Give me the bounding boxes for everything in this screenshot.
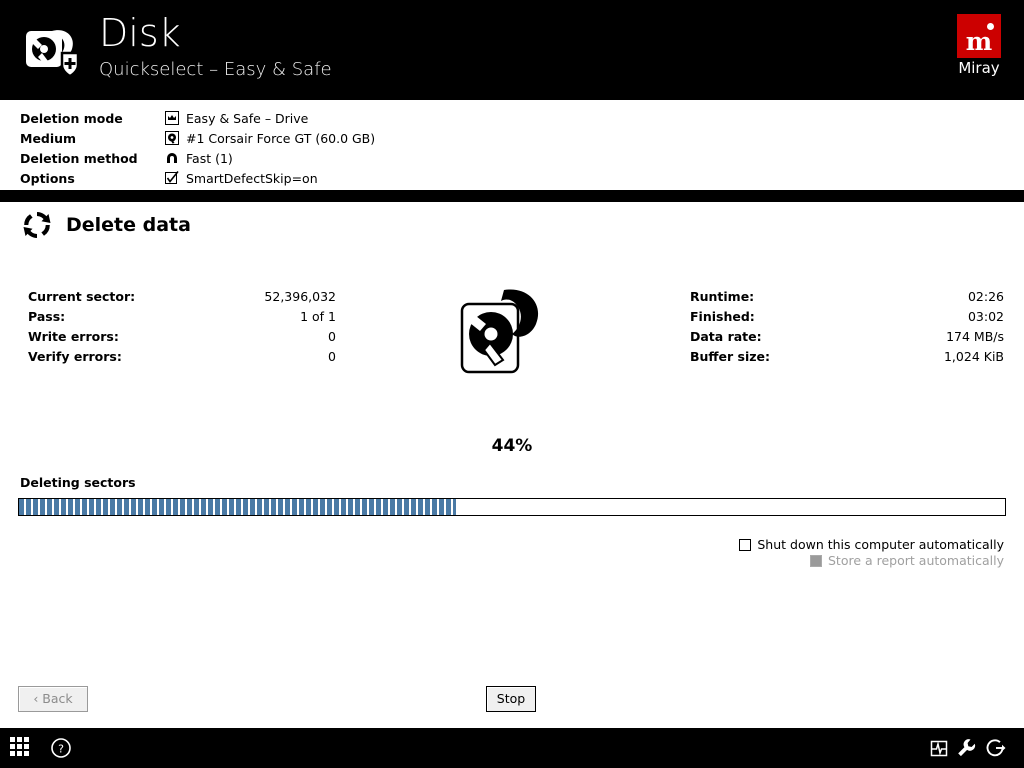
shutdown-checkbox-label: Shut down this computer automatically	[757, 537, 1004, 552]
stat-label-data-rate: Data rate:	[690, 328, 762, 344]
stat-row-pass: Pass: 1 of 1	[28, 306, 336, 326]
miray-brand-label: Miray	[958, 59, 1000, 77]
page-subtitle: Quickselect – Easy & Safe	[99, 59, 332, 80]
stat-label-write-errors: Write errors:	[28, 328, 119, 344]
store-report-checkbox-label: Store a report automatically	[827, 553, 1004, 568]
help-circle-icon[interactable]: ?	[50, 737, 72, 759]
info-label-deletion-mode: Deletion mode	[20, 110, 123, 126]
stat-row-finished: Finished: 03:02	[690, 306, 1004, 326]
grid-cell	[10, 737, 15, 742]
stat-label-pass: Pass:	[28, 308, 66, 324]
stat-value-current-sector: 52,396,032	[264, 288, 336, 304]
hard-disk-icon	[460, 288, 550, 374]
app-window: Disk Quickselect – Easy & Safe m Miray D…	[0, 0, 1024, 768]
progress-status-label: Deleting sectors	[20, 475, 136, 490]
miray-logo: m Miray	[948, 14, 1010, 77]
info-row-options: Options SmartDefectSkip=on	[20, 168, 1024, 188]
progress-bar	[18, 498, 1006, 516]
summary-info-panel: Deletion mode Easy & Safe – Drive Medium	[0, 100, 1024, 190]
stat-label-verify-errors: Verify errors:	[28, 348, 122, 364]
info-value-deletion-mode: Easy & Safe – Drive	[186, 110, 309, 126]
stat-label-buffer-size: Buffer size:	[690, 348, 771, 364]
stat-value-data-rate: 174 MB/s	[946, 328, 1004, 344]
grid-cell	[17, 737, 22, 742]
shutdown-checkbox[interactable]	[739, 538, 752, 551]
info-row-deletion-mode: Deletion mode Easy & Safe – Drive	[20, 108, 1024, 128]
grid-cell	[10, 751, 15, 756]
stat-value-pass: 1 of 1	[300, 308, 336, 324]
grid-cell	[17, 744, 22, 749]
shutdown-checkbox-row[interactable]: Shut down this computer automatically	[739, 537, 1004, 552]
monitor-activity-icon[interactable]	[928, 737, 950, 759]
info-row-deletion-method: Deletion method Fast (1)	[20, 148, 1024, 168]
info-value-medium: #1 Corsair Force GT (60.0 GB)	[186, 130, 376, 146]
miray-mark: m	[957, 14, 1001, 58]
stat-label-finished: Finished:	[690, 308, 755, 324]
section-divider	[0, 190, 1024, 202]
drive-mode-icon	[165, 111, 180, 125]
miray-dot-icon	[987, 23, 994, 30]
info-label-options: Options	[20, 170, 75, 186]
grid-cell	[24, 744, 29, 749]
stat-row-write-errors: Write errors: 0	[28, 326, 336, 346]
stat-value-verify-errors: 0	[328, 348, 336, 364]
page-title: Disk	[99, 11, 181, 55]
grid-cell	[17, 751, 22, 756]
stat-value-write-errors: 0	[328, 328, 336, 344]
checkbox-checked-icon	[165, 171, 180, 185]
info-value-options: SmartDefectSkip=on	[186, 170, 318, 186]
info-label-deletion-method: Deletion method	[20, 150, 138, 166]
progress-percent-text: 44%	[491, 436, 533, 456]
refresh-cycle-icon	[20, 208, 54, 242]
stat-row-data-rate: Data rate: 174 MB/s	[690, 326, 1004, 346]
section-title: Delete data	[66, 214, 191, 236]
stat-row-buffer-size: Buffer size: 1,024 KiB	[690, 346, 1004, 366]
stats-right-column: Runtime: 02:26 Finished: 03:02 Data rate…	[690, 286, 1004, 366]
stat-row-runtime: Runtime: 02:26	[690, 286, 1004, 306]
stat-label-current-sector: Current sector:	[28, 288, 136, 304]
info-row-medium: Medium #1 Corsair Force GT (60.0 GB)	[20, 128, 1024, 148]
info-label-medium: Medium	[20, 130, 77, 146]
info-value-deletion-method: Fast (1)	[186, 150, 233, 166]
stat-value-finished: 03:02	[967, 308, 1004, 324]
stat-row-current-sector: Current sector: 52,396,032	[28, 286, 336, 306]
grid-cell	[10, 744, 15, 749]
progress-bar-fill	[19, 499, 456, 515]
miray-mark-letter: m	[965, 27, 993, 56]
stat-row-verify-errors: Verify errors: 0	[28, 346, 336, 366]
grid-cell	[24, 737, 29, 742]
power-logout-icon[interactable]	[985, 737, 1007, 759]
section-header: Delete data	[20, 208, 191, 242]
back-button: ‹ Back	[18, 686, 88, 712]
app-header: Disk Quickselect – Easy & Safe m Miray	[0, 0, 1024, 100]
disk-medium-icon	[165, 131, 180, 145]
store-report-checkbox	[809, 554, 822, 567]
stats-left-column: Current sector: 52,396,032 Pass: 1 of 1 …	[28, 286, 336, 366]
magnet-icon	[165, 151, 180, 165]
store-report-checkbox-row: Store a report automatically	[809, 553, 1004, 568]
wrench-icon[interactable]	[955, 737, 977, 759]
stat-value-buffer-size: 1,024 KiB	[943, 348, 1004, 364]
grid-cell	[24, 751, 29, 756]
header-title-group: Disk Quickselect – Easy & Safe	[99, 10, 332, 82]
apps-grid-icon[interactable]	[10, 737, 32, 759]
disk-shield-icon	[22, 17, 86, 81]
stop-button[interactable]: Stop	[486, 686, 536, 712]
stat-label-runtime: Runtime:	[690, 288, 755, 304]
svg-text:?: ?	[58, 743, 64, 756]
taskbar: ?	[0, 728, 1024, 768]
stat-value-runtime: 02:26	[967, 288, 1004, 304]
